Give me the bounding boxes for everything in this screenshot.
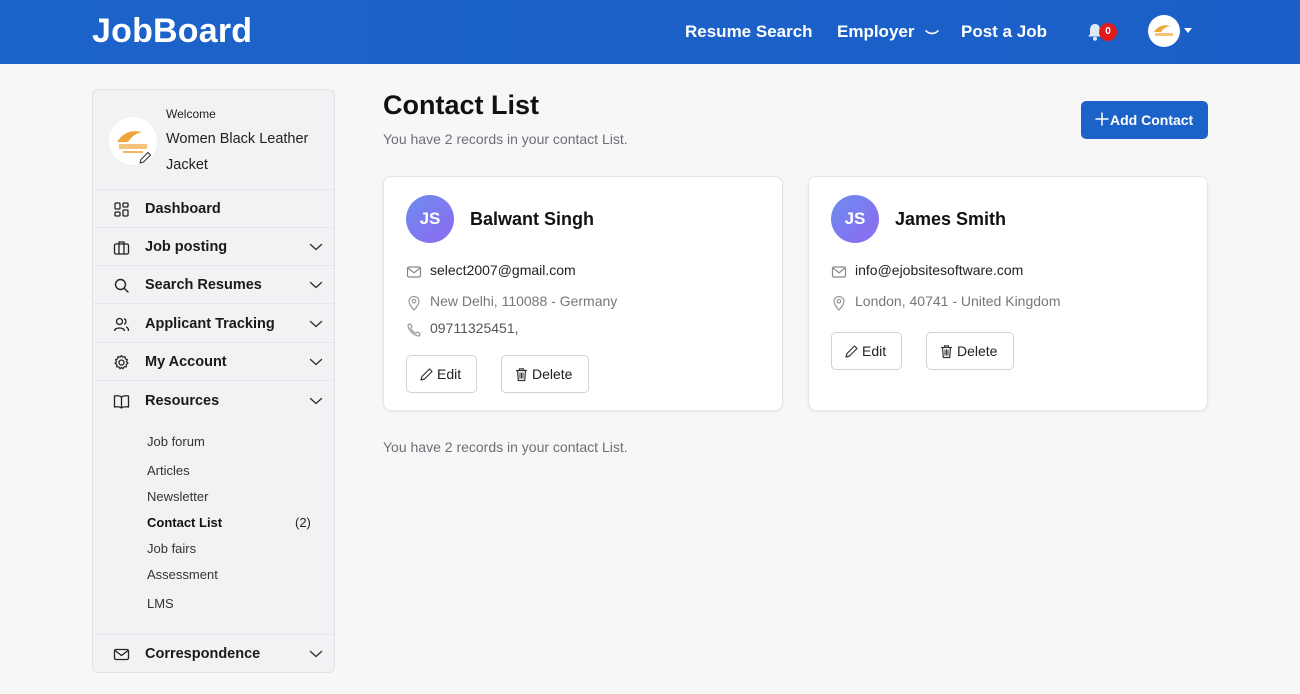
trash-icon (941, 345, 952, 359)
delete-label: Delete (532, 366, 573, 382)
briefcase-icon (113, 241, 130, 255)
sidebar-item-label: My Account (145, 354, 227, 370)
sidebar-item-resources[interactable]: Resources (93, 382, 334, 420)
contact-avatar: JS (831, 195, 879, 243)
sidebar-sub-job-forum[interactable]: Job forum (147, 434, 205, 449)
pencil-icon[interactable] (137, 150, 153, 166)
contact-email: select2007@gmail.com (430, 262, 576, 278)
page-title: Contact List (383, 90, 540, 120)
edit-label: Edit (862, 343, 887, 359)
top-navbar: JobBoard Resume Search Employer Post a J… (0, 0, 1300, 64)
delete-label: Delete (957, 343, 998, 359)
sidebar-item-correspondence[interactable]: Correspondence (93, 634, 334, 672)
sidebar-item-applicant-tracking[interactable]: Applicant Tracking (93, 305, 334, 343)
sidebar-item-label: Search Resumes (145, 277, 262, 293)
avatar-caret-icon[interactable] (1184, 28, 1192, 33)
sidebar-sub-articles[interactable]: Articles (147, 463, 190, 478)
records-count-text-bottom: You have 2 records in your contact List. (383, 439, 628, 455)
mail-icon (831, 266, 847, 278)
edit-button[interactable]: Edit (831, 332, 902, 370)
pencil-icon (845, 345, 858, 358)
sidebar-sub-assessment[interactable]: Assessment (147, 567, 218, 582)
nav-employer[interactable]: Employer (837, 22, 940, 42)
chevron-down-icon (309, 358, 323, 366)
sidebar-item-label: Dashboard (145, 201, 221, 217)
sidebar-sub-newsletter[interactable]: Newsletter (147, 489, 208, 504)
chevron-down-icon (309, 397, 323, 405)
phone-icon (407, 323, 421, 337)
sidebar-sub-lms[interactable]: LMS (147, 596, 174, 611)
sidebar-item-label: Resources (145, 393, 220, 409)
contact-card: JS Balwant Singh select2007@gmail.com Ne… (383, 176, 783, 411)
users-icon (113, 317, 130, 332)
sidebar-item-search-resumes[interactable]: Search Resumes (93, 266, 334, 304)
contact-avatar: JS (406, 195, 454, 243)
contact-location: New Delhi, 110088 - Germany (430, 293, 618, 309)
brand-logo[interactable]: JobBoard (92, 12, 252, 51)
chevron-down-icon (309, 320, 323, 328)
plus-icon (1095, 112, 1109, 126)
contact-name: James Smith (895, 209, 1007, 229)
contact-phone: 09711325451, (430, 320, 519, 336)
contact-list-count: (2) (295, 515, 311, 530)
sidebar-sub-contact-list[interactable]: Contact List (147, 515, 222, 530)
chevron-down-icon (309, 650, 323, 658)
nav-resume-search[interactable]: Resume Search (685, 22, 813, 42)
mail-icon (113, 648, 130, 661)
chevron-down-icon (925, 29, 940, 34)
chevron-down-icon (309, 281, 323, 289)
company-logo-icon (1154, 25, 1173, 36)
book-icon (113, 395, 130, 409)
notification-badge: 0 (1099, 23, 1117, 41)
contact-location: London, 40741 - United Kingdom (855, 293, 1061, 309)
sidebar-item-dashboard[interactable]: Dashboard (93, 190, 334, 228)
welcome-label: Welcome (166, 107, 216, 121)
contact-card: JS James Smith info@ejobsitesoftware.com… (808, 176, 1208, 411)
pencil-icon (420, 368, 433, 381)
sidebar-item-label: Applicant Tracking (145, 316, 275, 332)
nav-employer-label: Employer (837, 22, 915, 41)
trash-icon (516, 368, 527, 382)
company-name: Women Black Leather Jacket (166, 131, 309, 173)
nav-post-job[interactable]: Post a Job (961, 22, 1047, 42)
records-count-text: You have 2 records in your contact List. (383, 131, 628, 147)
location-pin-icon (408, 295, 420, 311)
dashboard-icon (114, 202, 129, 217)
gear-icon (114, 354, 129, 370)
contact-name: Balwant Singh (470, 209, 595, 229)
edit-button[interactable]: Edit (406, 355, 477, 393)
delete-button[interactable]: Delete (501, 355, 589, 393)
contact-email: info@ejobsitesoftware.com (855, 262, 1024, 278)
sidebar-item-my-account[interactable]: My Account (93, 343, 334, 381)
sidebar-sub-job-fairs[interactable]: Job fairs (147, 541, 196, 556)
search-icon (114, 278, 129, 293)
add-contact-label: Add Contact (1110, 112, 1194, 128)
profile-section: Welcome Women Black Leather Jacket (93, 90, 334, 190)
add-contact-button[interactable]: Add Contact (1081, 101, 1208, 139)
location-pin-icon (833, 295, 845, 311)
delete-button[interactable]: Delete (926, 332, 1014, 370)
user-avatar[interactable] (1148, 15, 1180, 47)
mail-icon (406, 266, 422, 278)
chevron-down-icon (309, 243, 323, 251)
sidebar-item-job-posting[interactable]: Job posting (93, 228, 334, 266)
edit-label: Edit (437, 366, 462, 382)
sidebar-item-label: Job posting (145, 239, 228, 255)
sidebar-item-label: Correspondence (145, 646, 261, 662)
sidebar: Welcome Women Black Leather Jacket Dashb… (92, 89, 335, 673)
